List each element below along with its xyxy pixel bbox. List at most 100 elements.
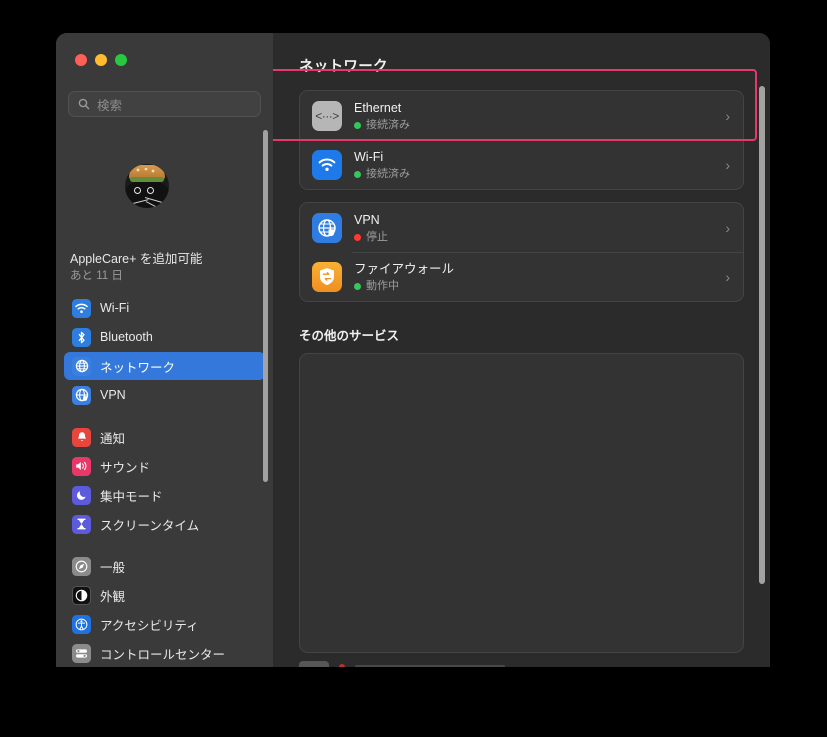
status-dot-icon bbox=[354, 121, 361, 129]
main-content: ネットワーク <···> Ethernet 接続済み › Wi-Fi 接続済み … bbox=[273, 33, 770, 667]
chevron-right-icon[interactable]: › bbox=[717, 269, 730, 285]
chevron-right-icon[interactable]: › bbox=[717, 220, 730, 236]
avatar-eye-left bbox=[134, 187, 141, 194]
sidebar-item-label: 集中モード bbox=[100, 489, 163, 504]
sidebar-item-label: VPN bbox=[100, 388, 126, 402]
row-title: VPN bbox=[354, 212, 380, 227]
wifi-icon bbox=[312, 149, 342, 180]
status-dot-icon bbox=[354, 233, 361, 241]
applecare-banner[interactable]: AppleCare+ を追加可能 あと 11 日 bbox=[70, 251, 265, 284]
sidebar-item-label: サウンド bbox=[100, 460, 151, 475]
row-text: Wi-Fi 接続済み bbox=[354, 148, 717, 182]
sidebar-item-bluetooth[interactable]: Bluetooth bbox=[64, 323, 265, 351]
sidebar-item-sound[interactable]: サウンド bbox=[64, 452, 265, 480]
close-button[interactable] bbox=[75, 54, 87, 66]
avatar-eye-right bbox=[147, 187, 154, 194]
firewall-icon bbox=[312, 261, 342, 292]
sidebar-item-label: 一般 bbox=[100, 560, 126, 575]
search-placeholder: 検索 bbox=[97, 98, 123, 113]
accessibility-icon bbox=[72, 614, 91, 634]
system-settings-window: 検索 AppleCare+ を追加可能 あと 11 日 Wi-Fi Blueto… bbox=[56, 33, 770, 667]
vpn-icon bbox=[312, 212, 342, 243]
clipped-row-label bbox=[355, 664, 505, 667]
sidebar-item-general[interactable]: 一般 bbox=[64, 552, 265, 580]
sidebar-item-accessibility[interactable]: アクセシビリティ bbox=[64, 610, 265, 638]
row-firewall[interactable]: ファイアウォール 動作中 › bbox=[300, 252, 743, 301]
status-label: 動作中 bbox=[366, 279, 399, 292]
sidebar-scrollbar[interactable] bbox=[263, 130, 268, 482]
sidebar-nav: Wi-Fi Bluetooth ネットワーク VPN 通知 サウンド 集中モード… bbox=[64, 294, 265, 667]
status-dot-icon bbox=[354, 282, 361, 290]
sidebar-item-notifications[interactable]: 通知 bbox=[64, 423, 265, 451]
clipped-status-dot-icon bbox=[339, 664, 345, 667]
avatar-bun-seeds bbox=[135, 168, 157, 174]
network-interfaces-card: <···> Ethernet 接続済み › Wi-Fi 接続済み › bbox=[299, 90, 744, 190]
row-title: Ethernet bbox=[354, 100, 402, 115]
applecare-title: AppleCare+ を追加可能 bbox=[70, 252, 203, 266]
search-input[interactable]: 検索 bbox=[68, 91, 261, 117]
sidebar-item-label: 通知 bbox=[100, 431, 126, 446]
controlcenter-icon bbox=[72, 643, 91, 663]
row-text: Ethernet 接続済み bbox=[354, 99, 717, 133]
sidebar-item-appearance[interactable]: 外観 bbox=[64, 581, 265, 609]
sound-icon bbox=[72, 456, 91, 476]
sidebar: 検索 AppleCare+ を追加可能 あと 11 日 Wi-Fi Blueto… bbox=[56, 33, 273, 667]
services-section-title: その他のサービス bbox=[299, 329, 400, 343]
network-icon bbox=[72, 356, 91, 376]
appearance-icon bbox=[72, 585, 91, 605]
row-wifi[interactable]: Wi-Fi 接続済み › bbox=[300, 140, 743, 189]
page-title: ネットワーク bbox=[299, 59, 388, 75]
row-title: ファイアウォール bbox=[354, 261, 455, 276]
focus-icon bbox=[72, 485, 91, 505]
row-text: ファイアウォール 動作中 bbox=[354, 260, 717, 294]
search-icon bbox=[78, 98, 90, 110]
sidebar-group-connectivity: Wi-Fi Bluetooth ネットワーク VPN bbox=[64, 294, 265, 409]
row-text: VPN 停止 bbox=[354, 211, 717, 245]
status-label: 停止 bbox=[366, 230, 388, 243]
status-label: 接続済み bbox=[366, 118, 410, 131]
status-dot-icon bbox=[354, 170, 361, 178]
sidebar-item-label: ネットワーク bbox=[100, 360, 176, 375]
sidebar-group-system: 通知 サウンド 集中モード スクリーンタイム bbox=[64, 423, 265, 538]
row-title: Wi-Fi bbox=[354, 149, 384, 164]
maximize-button[interactable] bbox=[115, 54, 127, 66]
sidebar-item-label: 外観 bbox=[100, 589, 126, 604]
ethernet-icon: <···> bbox=[312, 100, 342, 131]
sidebar-item-vpn[interactable]: VPN bbox=[64, 381, 265, 409]
general-icon bbox=[72, 556, 91, 576]
row-status: 接続済み bbox=[354, 118, 717, 133]
sidebar-item-screentime[interactable]: スクリーンタイム bbox=[64, 510, 265, 538]
chevron-right-icon[interactable]: › bbox=[717, 108, 730, 124]
sidebar-item-wifi[interactable]: Wi-Fi bbox=[64, 294, 265, 322]
row-status: 停止 bbox=[354, 230, 717, 245]
clipped-row-icon bbox=[299, 661, 329, 667]
row-vpn[interactable]: VPN 停止 › bbox=[300, 203, 743, 252]
sidebar-item-label: アクセシビリティ bbox=[100, 618, 199, 633]
sidebar-item-label: コントロールセンター bbox=[100, 647, 226, 662]
applecare-subtitle: あと 11 日 bbox=[70, 270, 123, 282]
sidebar-item-focus[interactable]: 集中モード bbox=[64, 481, 265, 509]
screentime-icon bbox=[72, 514, 91, 534]
sidebar-item-controlcenter[interactable]: コントロールセンター bbox=[64, 639, 265, 667]
row-status: 接続済み bbox=[354, 167, 717, 182]
traffic-light-controls bbox=[75, 54, 127, 66]
sidebar-item-label: Wi-Fi bbox=[100, 301, 130, 315]
status-label: 接続済み bbox=[366, 167, 410, 180]
other-services-card bbox=[299, 353, 744, 653]
sidebar-group-general: 一般 外観 アクセシビリティ コントロールセンター bbox=[64, 552, 265, 667]
bluetooth-icon bbox=[72, 327, 91, 347]
row-ethernet[interactable]: <···> Ethernet 接続済み › bbox=[300, 91, 743, 140]
minimize-button[interactable] bbox=[95, 54, 107, 66]
wifi-icon bbox=[72, 298, 91, 318]
vpn-icon bbox=[72, 385, 91, 405]
chevron-right-icon[interactable]: › bbox=[717, 157, 730, 173]
sidebar-item-network[interactable]: ネットワーク bbox=[64, 352, 265, 380]
sidebar-item-label: スクリーンタイム bbox=[100, 518, 200, 533]
network-security-card: VPN 停止 › ファイアウォール 動作中 › bbox=[299, 202, 744, 302]
clipped-service-row[interactable] bbox=[299, 658, 732, 667]
notifications-icon bbox=[72, 427, 91, 447]
main-scrollbar[interactable] bbox=[759, 86, 765, 584]
avatar[interactable] bbox=[125, 164, 169, 208]
row-status: 動作中 bbox=[354, 279, 717, 294]
sidebar-item-label: Bluetooth bbox=[100, 330, 153, 344]
